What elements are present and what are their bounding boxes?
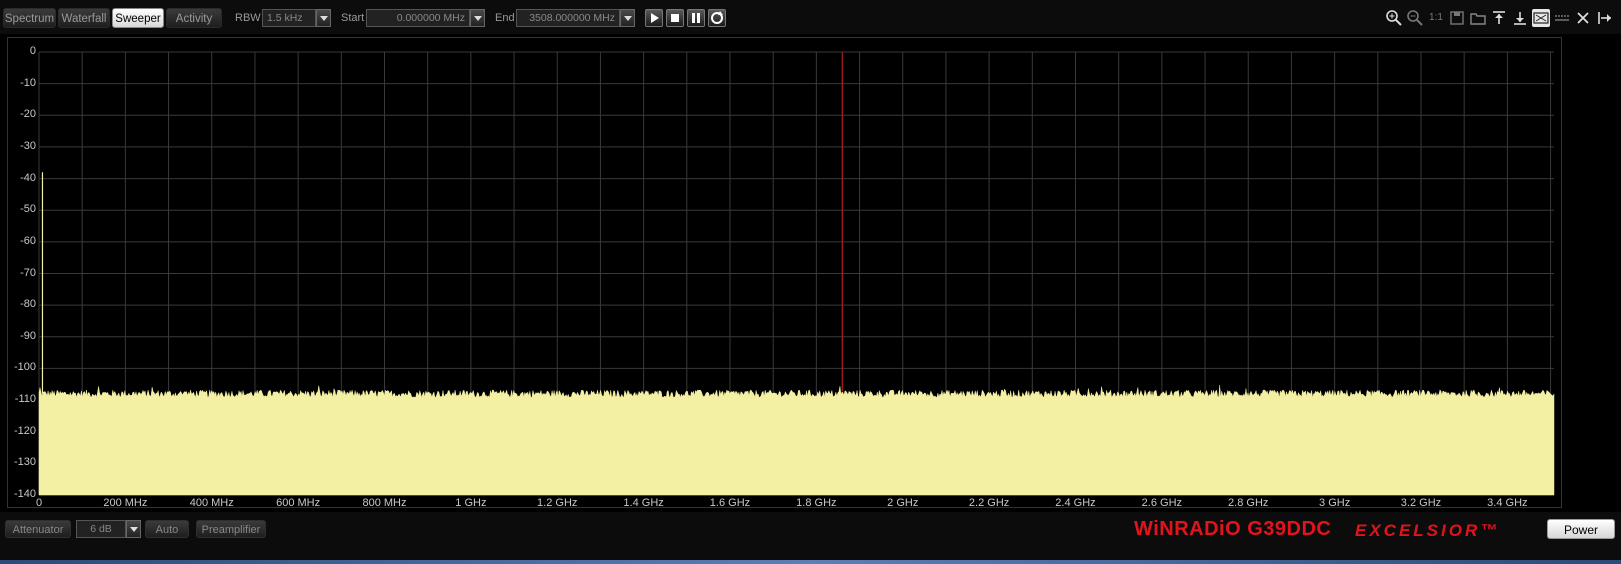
y-tick-label: -130	[13, 456, 36, 469]
x-tick-label: 1.4 GHz	[623, 497, 664, 509]
x-tick-label: 3.4 GHz	[1487, 497, 1528, 509]
open-folder-icon	[1470, 13, 1486, 25]
y-tick-label: -120	[13, 424, 36, 437]
x-tick-label: 1.6 GHz	[709, 497, 751, 509]
y-tick-label: -90	[20, 329, 36, 342]
y-tick-label: -30	[20, 139, 36, 152]
dock-icon	[1598, 12, 1611, 24]
end-label: End	[495, 12, 515, 24]
bottom-bar: Attenuator 6 dB Auto Preamplifier WiNRAD…	[0, 512, 1621, 564]
zoom-out-button[interactable]	[1406, 9, 1424, 27]
y-tick-label: -20	[20, 108, 36, 121]
rbw-label: RBW	[235, 12, 261, 24]
brand-sub-logo: EXCELSIOR™	[1355, 521, 1501, 540]
pause-button[interactable]	[687, 9, 705, 27]
x-tick-label: 200 MHz	[103, 497, 148, 509]
y-tick-label: -40	[20, 171, 36, 184]
y-tick-label: -80	[20, 298, 36, 311]
close-button[interactable]	[1574, 9, 1592, 27]
save-icon	[1450, 11, 1464, 25]
attenuator-button[interactable]: Attenuator	[5, 520, 71, 538]
x-tick-label: 2.6 GHz	[1141, 497, 1183, 509]
zoom-in-icon	[1386, 10, 1402, 26]
x-tick-label: 2.2 GHz	[968, 497, 1010, 509]
auto-button[interactable]: Auto	[145, 520, 189, 538]
x-tick-label: 3.2 GHz	[1400, 497, 1442, 509]
zoom-1to1-button[interactable]: 1:1	[1427, 9, 1445, 27]
y-tick-label: -50	[20, 203, 36, 216]
zoom-in-button[interactable]	[1385, 9, 1403, 27]
close-icon	[1577, 12, 1589, 24]
y-tick-label: 0	[29, 45, 36, 57]
tab-waterfall[interactable]: Waterfall	[58, 8, 110, 28]
x-tick-label: 2.4 GHz	[1055, 497, 1096, 509]
y-tick-label: -140	[13, 488, 36, 500]
x-tick-label: 2.8 GHz	[1228, 497, 1269, 509]
move-bottom-icon	[1514, 12, 1526, 25]
preamplifier-button[interactable]: Preamplifier	[196, 520, 266, 538]
dock-button[interactable]	[1596, 9, 1614, 27]
save-button[interactable]	[1448, 9, 1466, 27]
play-icon	[651, 13, 659, 23]
sweeper-chart[interactable]: 0 -10 -20 -30 -40 -50 -60 -70 -80 -90 -100 -110 -120…	[7, 37, 1562, 509]
top-toolbar: Spectrum Waterfall Sweeper Activity RBW …	[0, 0, 1621, 34]
line-style-icon	[1555, 15, 1569, 21]
move-top-button[interactable]	[1490, 9, 1508, 27]
rbw-field[interactable]: 1.5 kHz	[262, 9, 316, 27]
y-tick-label: -110	[14, 393, 36, 406]
x-tick-label: 600 MHz	[276, 497, 321, 509]
taskbar-strip	[0, 560, 1621, 564]
clear-icon	[1533, 12, 1549, 24]
end-dropdown[interactable]	[620, 9, 635, 27]
x-tick-label: 1.2 GHz	[537, 497, 578, 509]
y-tick-label: -60	[20, 234, 36, 247]
pause-icon	[692, 13, 700, 23]
move-bottom-button[interactable]	[1511, 9, 1529, 27]
x-tick-label: 3 GHz	[1319, 497, 1351, 509]
move-top-icon	[1493, 11, 1505, 24]
x-tick-label: 2 GHz	[887, 497, 919, 509]
refresh-icon	[711, 11, 723, 24]
start-frequency-field[interactable]: 0.000000 MHz	[366, 9, 470, 27]
y-tick-label: -100	[13, 361, 36, 374]
rbw-dropdown[interactable]	[316, 9, 331, 27]
spectrum-plot[interactable]	[8, 38, 1561, 507]
stop-button[interactable]	[666, 9, 684, 27]
tab-sweeper[interactable]: Sweeper	[112, 8, 164, 28]
x-tick-label: 1 GHz	[455, 497, 487, 509]
start-label: Start	[341, 12, 365, 24]
y-tick-label: -10	[20, 76, 36, 89]
clear-button[interactable]	[1532, 9, 1550, 27]
brand-logo: WiNRADiO G39DDC	[1134, 518, 1332, 540]
attenuator-value-field[interactable]: 6 dB	[76, 520, 126, 538]
refresh-button[interactable]	[708, 9, 726, 27]
noise-floor-area	[38, 385, 1555, 496]
attenuator-dropdown[interactable]	[126, 520, 141, 538]
tab-activity[interactable]: Activity	[166, 8, 222, 28]
x-tick-label: 400 MHz	[189, 497, 234, 509]
end-frequency-field[interactable]: 3508.000000 MHz	[516, 9, 620, 27]
play-button[interactable]	[645, 9, 663, 27]
open-folder-button[interactable]	[1469, 9, 1487, 27]
power-button[interactable]: Power	[1547, 519, 1615, 539]
stop-icon	[671, 14, 679, 22]
start-dropdown[interactable]	[470, 9, 485, 27]
y-tick-label: -70	[20, 266, 36, 279]
x-tick-label: 800 MHz	[362, 497, 407, 509]
x-tick-label: 0	[36, 497, 43, 509]
line-style-button[interactable]	[1553, 9, 1571, 27]
zoom-out-icon	[1407, 10, 1423, 26]
x-tick-label: 1.8 GHz	[796, 497, 837, 509]
tab-spectrum[interactable]: Spectrum	[3, 8, 56, 28]
